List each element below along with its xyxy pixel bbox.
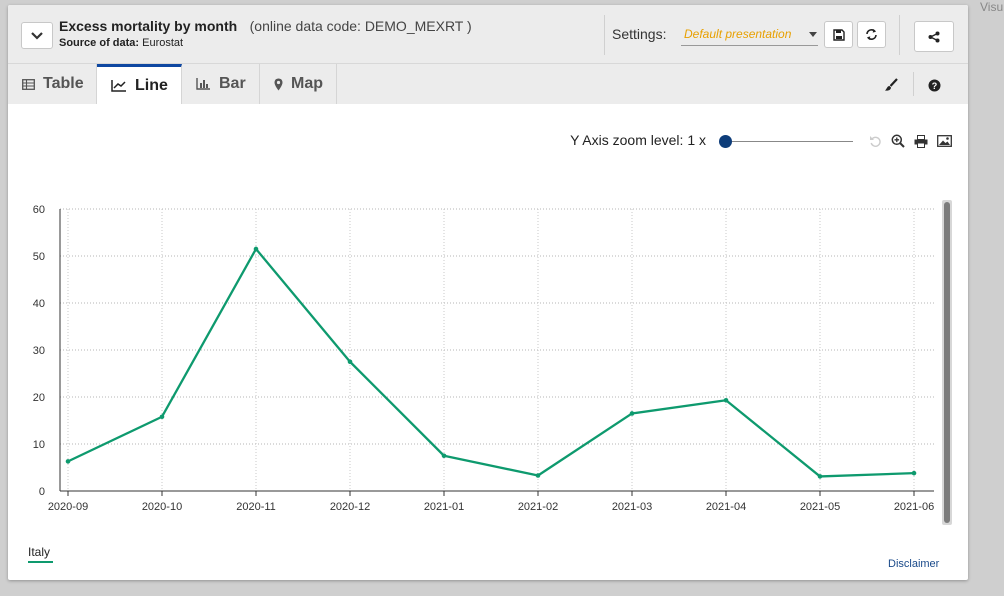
- data-point: [65, 459, 71, 464]
- line-chart: 0 10 20 30 40 50 60 2020-09 2020-10 2020-11 2020-1…: [33, 204, 934, 513]
- y-tick-label: 10: [33, 439, 45, 451]
- x-tick-label: 2021-02: [518, 501, 558, 513]
- data-point: [535, 473, 541, 478]
- legend-item-italy[interactable]: Italy: [28, 545, 50, 559]
- data-point: [441, 453, 447, 459]
- x-tick-label: 2020-12: [330, 501, 370, 513]
- x-tick-label: 2021-03: [612, 501, 652, 513]
- visualisation-card: Excess mortality by month (online data c…: [8, 5, 968, 580]
- x-tick-label: 2021-04: [706, 501, 746, 513]
- y-tick-label: 0: [39, 486, 45, 498]
- y-tick-label: 60: [33, 204, 45, 216]
- x-tick-label: 2020-10: [142, 501, 182, 513]
- x-tick-label: 2020-09: [48, 501, 88, 513]
- x-tick-label: 2021-05: [800, 501, 840, 513]
- x-tick-label: 2021-06: [894, 501, 934, 513]
- data-point: [629, 411, 635, 416]
- y-tick-label: 30: [33, 345, 45, 357]
- data-point: [911, 470, 917, 476]
- cut-off-label: Visu: [980, 0, 1004, 14]
- data-point: [817, 474, 823, 479]
- scrollbar-thumb[interactable]: [944, 202, 950, 523]
- y-tick-label: 40: [33, 298, 45, 310]
- series-line: [67, 247, 915, 478]
- data-point: [253, 246, 259, 252]
- disclaimer-link[interactable]: Disclaimer: [888, 558, 939, 570]
- data-point: [723, 397, 729, 403]
- x-tick-label: 2020-11: [236, 501, 276, 513]
- data-point: [347, 359, 353, 365]
- x-tick-label: 2021-01: [424, 501, 464, 513]
- y-tick-label: 20: [33, 392, 45, 404]
- data-point: [159, 414, 165, 420]
- y-tick-label: 50: [33, 251, 45, 263]
- legend-swatch: [28, 561, 53, 563]
